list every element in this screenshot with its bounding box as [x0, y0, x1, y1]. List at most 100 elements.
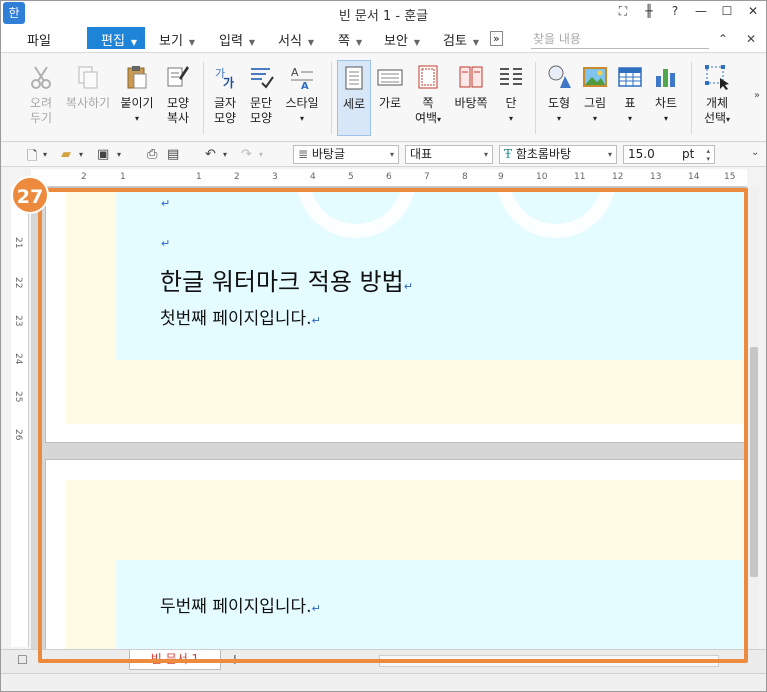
background-page-label: 바탕쪽: [454, 96, 488, 110]
menu-more-button[interactable]: »: [490, 31, 503, 46]
chevron-down-icon: ▾: [726, 115, 731, 124]
menu-security[interactable]: 보안 ▼: [384, 30, 420, 49]
margins-label-2: 여백: [414, 111, 438, 125]
style-button[interactable]: AA 스타일 ▾: [281, 60, 323, 136]
portrait-button[interactable]: 세로: [337, 60, 371, 136]
svg-text:가: 가: [223, 75, 234, 90]
char-shape-icon: 가가: [215, 67, 234, 90]
chevron-down-icon[interactable]: ▾: [259, 150, 263, 159]
menu-review[interactable]: 검토 ▼: [443, 30, 479, 49]
toolbar-expand-icon[interactable]: ⌄: [751, 147, 759, 158]
chevron-down-icon[interactable]: ▾: [79, 150, 83, 159]
margins-label-1: 쪽: [422, 96, 434, 110]
chevron-down-icon: ▼: [413, 38, 421, 47]
para-shape-label-1: 문단: [249, 96, 273, 110]
ruler-tick: 22: [13, 277, 23, 289]
ruler-tick: 10: [536, 172, 548, 182]
menu-format[interactable]: 서식 ▼: [278, 30, 314, 49]
char-shape-button[interactable]: 가가 글자 모양: [209, 60, 241, 136]
columns-button[interactable]: 단 ▾: [497, 60, 525, 136]
menu-insert[interactable]: 입력 ▼: [219, 30, 255, 49]
save-icon[interactable]: ▣: [97, 147, 109, 162]
menu-page[interactable]: 쪽 ▼: [338, 30, 362, 49]
paragraph-style-icon: ≣: [298, 147, 309, 161]
title-bar: 한 빈 문서 1 - 훈글 ⛶ ╫ ? — ☐ ✕: [1, 1, 766, 25]
vertical-ruler[interactable]: 21 22 23 24 25 26: [11, 187, 29, 647]
shapes-button[interactable]: 도형 ▾: [543, 60, 575, 136]
ruler-tick: 26: [13, 429, 23, 441]
chevron-down-icon: ▾: [592, 114, 597, 123]
chevron-down-icon: ▼: [188, 38, 196, 47]
para-shape-button[interactable]: 문단 모양: [245, 60, 277, 136]
copy-icon: [78, 66, 98, 89]
font-select[interactable]: Ŧ 함초롬바탕 ▾: [499, 145, 617, 164]
chevron-down-icon[interactable]: ▾: [117, 150, 121, 159]
stepper-icon[interactable]: ▴ ▾: [706, 147, 710, 163]
font-size-input[interactable]: 15.0 pt ▴ ▾: [623, 145, 715, 164]
paste-button[interactable]: 붙이기 ▾: [117, 60, 157, 136]
paragraph-icon: [251, 68, 274, 89]
format-copy-label-2: 복사: [166, 111, 190, 125]
new-document-icon[interactable]: 🗋: [27, 147, 37, 169]
style-label: 스타일: [285, 96, 319, 110]
chevron-down-icon[interactable]: ▾: [43, 150, 47, 159]
char-shape-label-1: 글자: [213, 96, 237, 110]
tab-list-icon[interactable]: ☐: [17, 653, 28, 667]
margins-button[interactable]: 쪽 여백▾: [411, 60, 445, 136]
split-view-icon[interactable]: ╫: [642, 4, 656, 19]
ribbon-expand-icon[interactable]: »: [754, 90, 760, 101]
print-icon[interactable]: ⎙: [147, 147, 157, 162]
scrollbar-thumb[interactable]: [750, 347, 758, 577]
step-number-badge: 27: [11, 176, 49, 214]
ruler-tick: 1: [120, 172, 126, 182]
search-input[interactable]: 찾을 내용: [531, 29, 709, 49]
menu-view[interactable]: 보기 ▼: [159, 30, 195, 49]
object-select-button[interactable]: 개체 선택▾: [697, 60, 737, 136]
landscape-label: 가로: [378, 96, 402, 110]
chevron-down-icon: ▼: [355, 38, 363, 47]
menu-edit[interactable]: 편집 ▼: [87, 27, 145, 49]
ribbon-divider: [535, 62, 536, 134]
close-document-icon[interactable]: ✕: [746, 32, 756, 46]
ruler-tick: 6: [386, 172, 392, 182]
chevron-down-icon[interactable]: ▾: [223, 150, 227, 159]
format-copy-button[interactable]: 모양 복사: [161, 60, 195, 136]
background-page-button[interactable]: 바탕쪽: [451, 60, 491, 136]
ruler-tick: 14: [688, 172, 700, 182]
landscape-button[interactable]: 가로: [375, 60, 405, 136]
minimize-button[interactable]: —: [694, 4, 708, 19]
collapse-ribbon-icon[interactable]: ⌃: [718, 32, 728, 46]
window-controls: ⛶ ╫ ? — ☐ ✕: [616, 4, 760, 19]
open-folder-icon[interactable]: ▰: [61, 147, 71, 162]
ruler-tick: 11: [574, 172, 586, 182]
chevron-down-icon: ▾: [389, 150, 394, 159]
style-select[interactable]: ≣ 바탕글 ▾: [293, 145, 399, 164]
ribbon-divider: [203, 62, 204, 134]
undo-icon[interactable]: ↶: [205, 147, 216, 162]
menu-page-label: 쪽: [338, 34, 350, 49]
redo-icon[interactable]: ↷: [241, 147, 252, 162]
chart-button[interactable]: 차트 ▾: [649, 60, 683, 136]
copy-button[interactable]: 복사하기: [63, 60, 113, 136]
chevron-down-icon: ▾: [607, 150, 612, 159]
char-shape-label-2: 모양: [213, 111, 237, 125]
cut-label-1: 오려: [29, 96, 53, 110]
close-window-button[interactable]: ✕: [746, 4, 760, 19]
ribbon: 오려 두기 복사하기 붙이기 ▾ 모양 복사 가가 글자 모양 문단 모양 A …: [1, 54, 766, 142]
menu-right-controls: ⌃ ✕: [718, 32, 756, 46]
cut-button[interactable]: 오려 두기: [23, 60, 59, 136]
horizontal-ruler[interactable]: 2 1 1 2 3 4 5 6 7 8 9 10 11 12 13 14 15: [31, 169, 747, 187]
picture-button[interactable]: 그림 ▾: [579, 60, 611, 136]
preview-icon[interactable]: ▤: [167, 147, 179, 162]
object-select-label-2: 선택: [703, 111, 727, 125]
portrait-label: 세로: [342, 97, 366, 111]
maximize-button[interactable]: ☐: [720, 4, 734, 19]
help-icon[interactable]: ?: [668, 4, 682, 19]
vertical-scrollbar[interactable]: [747, 187, 759, 649]
clipboard-icon: [127, 66, 147, 89]
chevron-down-icon: ▼: [130, 38, 138, 47]
menu-file[interactable]: 파일: [27, 30, 51, 49]
fullscreen-icon[interactable]: ⛶: [616, 4, 630, 19]
table-button[interactable]: 표 ▾: [615, 60, 645, 136]
language-select[interactable]: 대표 ▾: [405, 145, 493, 164]
